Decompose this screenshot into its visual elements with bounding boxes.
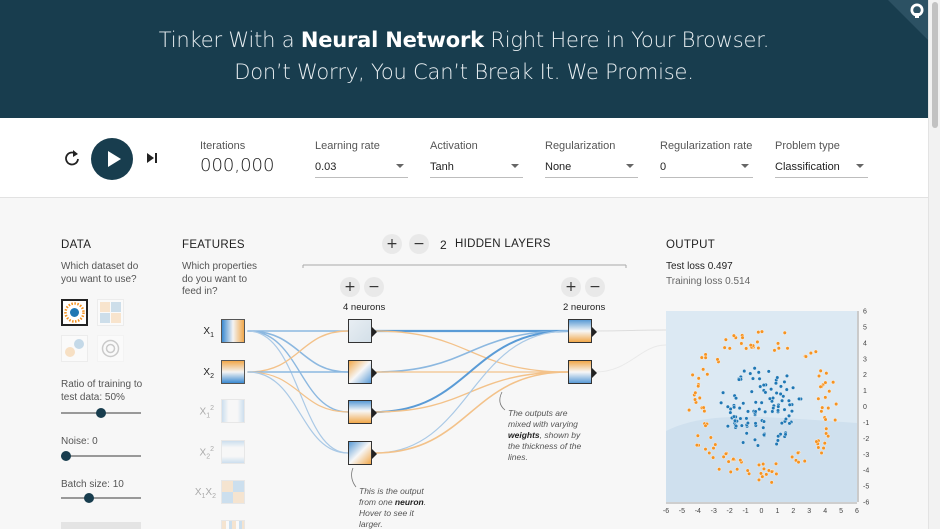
x-tick-label: -5 [679,508,685,515]
training-loss: Training loss 0.514 [666,276,750,287]
neuron-l2-2[interactable] [568,360,597,384]
layer1-neurons-label: 4 neurons [343,302,386,313]
add-layer-button[interactable]: + [382,234,402,254]
feature-x2-label: X2 [192,367,214,380]
layer2-neurons-label: 2 neurons [563,302,606,313]
y-tick-label: 2 [863,372,867,379]
hidden-layers-count: 2 [440,238,447,252]
feature-x2sq-label: X22 [192,446,214,460]
x-tick-label: 6 [855,508,859,515]
feature-x1sq-label: X12 [192,405,214,419]
neuron-output-tab [372,368,377,378]
output-axes: -6 -5 -4 -3 -2 -1 0 1 2 3 4 5 6 6 5 4 3 2 1 0 -1 -2 -3 -4 -5 -6 [663,309,869,516]
weights-annotation-bold: weights [508,430,540,440]
feature-x1x2-sub2: 2 [212,493,216,500]
remove-layer-button[interactable]: − [409,234,429,254]
layer1-remove-neuron-button[interactable]: − [364,277,384,297]
weights-annotation: The outputs are mixed with varying weigh… [508,408,584,463]
neuron-output-tab [372,408,377,418]
layer2-remove-neuron-button[interactable]: − [585,277,605,297]
feature-x1-sub: 1 [210,332,214,339]
training-loss-label: Training loss [666,276,723,287]
feature-x1-tile[interactable] [221,319,245,343]
neuron-output-tab [592,327,597,337]
neuron-output-tab [372,449,377,459]
x-tick-label: -1 [742,508,748,515]
feature-x2-sub: 2 [210,373,214,380]
layer2-add-neuron-button[interactable]: + [561,277,581,297]
x-tick-label: -6 [663,508,669,515]
neuron-output-tab [592,368,597,378]
y-tick-label: -3 [863,452,869,459]
x-tick-label: -3 [711,508,717,515]
test-loss-label: Test loss [666,261,705,272]
feature-x1x2-label: X1X2 [190,487,216,500]
test-loss-value: 0.497 [707,261,733,272]
training-loss-value: 0.514 [725,276,751,287]
feature-x1x2-base: X [194,487,202,498]
feature-x1x2-tile[interactable] [221,480,245,504]
x-tick-label: 3 [807,508,811,515]
y-tick-label: -5 [863,484,869,491]
x-tick-label: 2 [791,508,795,515]
neuron-l1-4[interactable] [348,441,377,465]
feature-x1sq-tile[interactable] [221,399,245,423]
feature-x1-label: X1 [192,326,214,339]
neuron-annotation-bold: neuron [394,497,424,507]
y-tick-label: 5 [863,324,867,331]
y-tick-label: -6 [863,500,869,507]
x-tick-label: 0 [760,508,764,515]
feature-x2sq-sup: 2 [210,446,214,453]
y-tick-label: 4 [863,340,867,347]
feature-x1sq-sub: 1 [206,412,211,420]
neuron-output-tab [372,327,377,337]
y-tick-label: -2 [863,436,869,443]
feature-x2sq-tile[interactable] [221,440,245,464]
hidden-layers-label: HIDDEN LAYERS [455,238,551,250]
x-tick-label: -4 [695,508,701,515]
weights-annotation-pre: The outputs are mixed with varying [508,408,578,429]
output-title: OUTPUT [666,239,716,251]
neuron-annotation: This is the output from one neuron. Hove… [359,486,431,529]
feature-sin-tile[interactable] [221,520,245,529]
y-tick-label: -1 [863,420,869,427]
feature-x2sq-sub: 2 [206,453,211,461]
neuron-l1-3[interactable] [348,400,377,424]
neuron-l1-1[interactable] [348,319,377,343]
x-tick-label: 1 [775,508,779,515]
x-tick-label: -2 [727,508,733,515]
y-tick-label: 0 [863,404,867,411]
y-tick-label: 6 [863,309,867,316]
test-loss: Test loss 0.497 [666,261,733,272]
x-tick-label: 4 [823,508,827,515]
feature-x1sq-sup: 2 [210,405,214,412]
neuron-l2-1[interactable] [568,319,597,343]
y-tick-label: 1 [863,388,867,395]
y-tick-label: 3 [863,356,867,363]
neuron-l1-2[interactable] [348,360,377,384]
feature-x2-tile[interactable] [221,360,245,384]
y-tick-label: -4 [863,468,869,475]
x-tick-label: 5 [839,508,843,515]
layer1-add-neuron-button[interactable]: + [340,277,360,297]
